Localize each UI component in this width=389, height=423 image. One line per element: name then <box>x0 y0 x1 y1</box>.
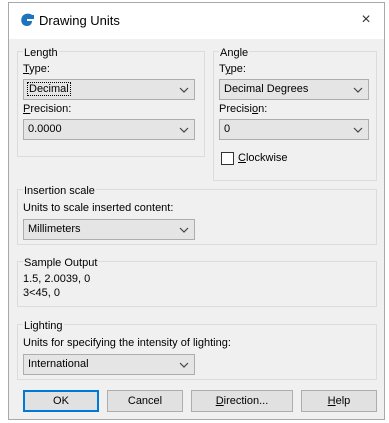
close-icon: × <box>361 11 371 28</box>
app-logo-icon <box>21 13 34 26</box>
length-group-label: Length <box>23 47 59 59</box>
insertion-scale-select[interactable]: Millimeters <box>23 219 195 240</box>
sample-output-group-label: Sample Output <box>23 257 99 269</box>
angle-precision-value: 0 <box>224 123 231 135</box>
chevron-down-icon <box>179 362 189 368</box>
help-button[interactable]: Help <box>301 390 377 412</box>
insertion-scale-value: Millimeters <box>28 223 81 235</box>
cancel-button[interactable]: Cancel <box>107 390 183 412</box>
chevron-down-icon <box>179 227 189 233</box>
lighting-group-label: Lighting <box>23 320 64 332</box>
length-type-value: Decimal <box>27 82 71 96</box>
sample-output-line-1: 1.5, 2.0039, 0 <box>23 273 91 285</box>
angle-type-label: Type: <box>219 63 246 75</box>
title-bar: Drawing Units × <box>9 3 384 39</box>
clockwise-label[interactable]: Clockwise <box>238 152 288 164</box>
clockwise-checkbox[interactable] <box>221 152 234 165</box>
length-precision-select[interactable]: 0.0000 <box>23 119 195 140</box>
angle-group-label: Angle <box>219 47 250 59</box>
window-title: Drawing Units <box>39 13 120 28</box>
chevron-down-icon <box>179 87 189 93</box>
lighting-description: Units for specifying the intensity of li… <box>23 337 231 349</box>
direction-button[interactable]: Direction... <box>191 390 293 412</box>
chevron-down-icon <box>179 127 189 133</box>
lighting-units-select[interactable]: International <box>23 354 195 375</box>
angle-type-value: Decimal Degrees <box>224 83 309 95</box>
sample-output-line-2: 3<45, 0 <box>23 287 61 299</box>
length-type-select[interactable]: Decimal <box>23 79 195 100</box>
insertion-scale-description: Units to scale inserted content: <box>23 202 174 214</box>
close-button[interactable]: × <box>354 9 378 31</box>
drawing-units-dialog: Drawing Units × Length Type: Decimal Pre… <box>8 2 385 420</box>
insertion-scale-group-label: Insertion scale <box>23 185 96 197</box>
length-precision-value: 0.0000 <box>28 123 62 135</box>
length-precision-label: Precision: <box>23 103 72 115</box>
angle-type-select[interactable]: Decimal Degrees <box>219 79 369 100</box>
length-type-label: Type: <box>23 63 50 75</box>
ok-button[interactable]: OK <box>23 390 99 412</box>
chevron-down-icon <box>353 87 363 93</box>
lighting-units-value: International <box>28 358 89 370</box>
angle-precision-select[interactable]: 0 <box>219 119 369 140</box>
angle-precision-label: Precision: <box>219 103 268 115</box>
chevron-down-icon <box>353 127 363 133</box>
